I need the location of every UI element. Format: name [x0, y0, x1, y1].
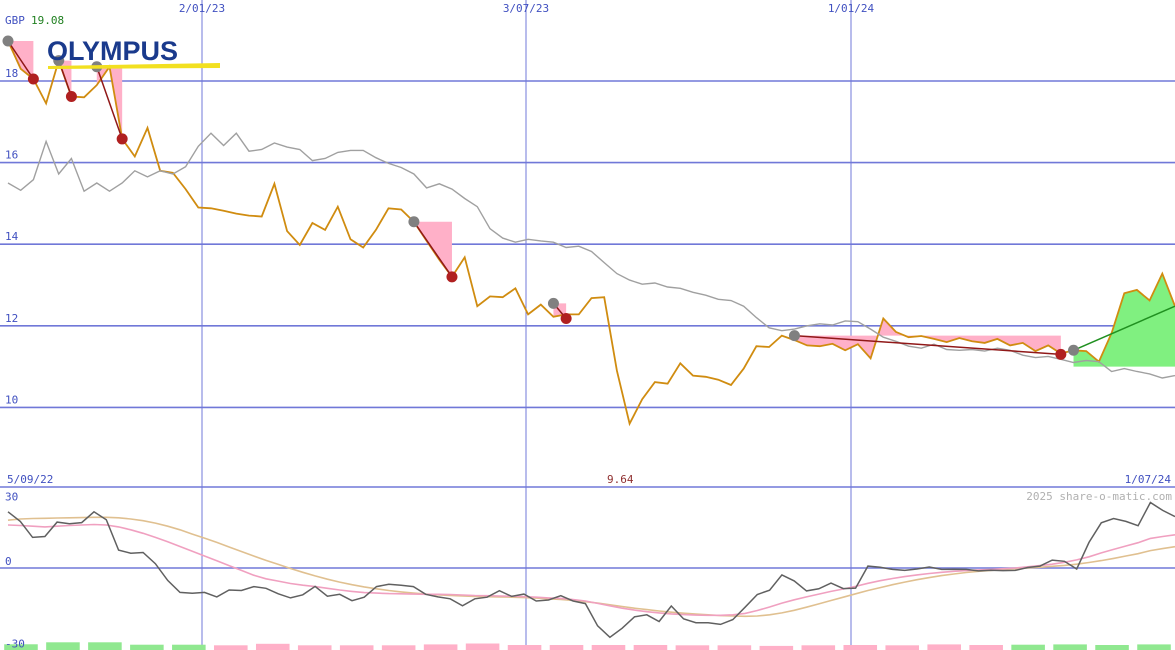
- histogram-bar: [675, 645, 710, 650]
- oscillator-panel: 30 0 -30: [0, 490, 1175, 650]
- oscillator-line: [7, 501, 1175, 639]
- histogram-bar: [465, 643, 500, 650]
- osc-tick-label: 30: [5, 490, 18, 503]
- currency-label: GBP: [5, 14, 25, 27]
- end-date-label: 1/07/24: [1125, 473, 1172, 486]
- histogram-bar: [507, 645, 542, 650]
- histogram-bar: [633, 645, 668, 650]
- trough-marker: [446, 271, 458, 283]
- osc-tick-label: 0: [5, 555, 12, 568]
- histogram-bar: [969, 645, 1003, 650]
- y-tick-label: 14: [5, 230, 19, 243]
- price-line: [7, 40, 1175, 427]
- event-fills: [8, 41, 1175, 367]
- trough-marker: [116, 133, 128, 145]
- rise-start-marker: [1068, 344, 1080, 356]
- histogram-bar: [927, 644, 961, 650]
- peak-marker: [547, 297, 559, 309]
- last-price-label: 19.08: [31, 14, 64, 27]
- comparison-line: [7, 132, 1175, 379]
- trough-marker: [27, 73, 39, 85]
- watermark: 2025 share-o-matic.com: [1026, 490, 1172, 503]
- x-tick-label: 3/07/23: [503, 2, 549, 15]
- histogram-bar: [885, 645, 920, 650]
- histogram-bar: [46, 642, 80, 650]
- y-tick-label: 10: [5, 393, 18, 406]
- trough-marker: [560, 312, 572, 324]
- x-tick-label: 2/01/23: [179, 2, 225, 15]
- peak-marker: [2, 35, 14, 47]
- event-markers: [2, 35, 1080, 360]
- histogram-bar: [549, 645, 584, 650]
- histogram-bar: [1095, 645, 1129, 650]
- histogram-bar: [172, 644, 206, 650]
- histogram-bar: [843, 645, 878, 650]
- chart-grid: 10 12 14 16 18 2/01/23 3/07/23 1/01/24: [0, 0, 1175, 650]
- y-tick-label: 18: [5, 67, 18, 80]
- min-marker-label: 9.64: [607, 473, 634, 486]
- y-tick-label: 16: [5, 149, 18, 162]
- histogram-bar: [759, 645, 794, 650]
- histogram-bar: [717, 645, 752, 650]
- y-tick-label: 12: [5, 312, 18, 325]
- histogram-bar: [1053, 644, 1087, 650]
- histogram-bar: [381, 645, 416, 650]
- trough-marker: [65, 91, 77, 103]
- histogram-bar: [130, 644, 164, 650]
- event-lines: [7, 40, 1175, 356]
- histogram-bar: [297, 645, 332, 650]
- histogram-bar: [255, 643, 290, 650]
- peak-marker: [788, 330, 800, 342]
- price-series-lines: [7, 40, 1175, 427]
- start-date-label: 5/09/22: [7, 473, 53, 486]
- histogram-bar: [339, 645, 374, 650]
- peak-marker: [408, 216, 420, 228]
- histogram-bar: [88, 642, 122, 650]
- histogram-bar: [801, 645, 836, 650]
- logo: OLYMPUS: [47, 36, 220, 69]
- histogram-bar: [591, 645, 626, 650]
- histogram-bar: [1011, 644, 1045, 650]
- histogram-bar: [214, 645, 248, 650]
- logo-text: OLYMPUS: [47, 36, 178, 66]
- histogram-bar: [423, 644, 458, 650]
- x-tick-label: 1/01/24: [828, 2, 875, 15]
- osc-tick-label: -30: [5, 638, 25, 650]
- share-chart: 10 12 14 16 18 2/01/23 3/07/23 1/01/24 30 0 -30 O…: [0, 0, 1175, 650]
- trough-marker: [1055, 348, 1067, 360]
- histogram-bar: [1137, 644, 1171, 650]
